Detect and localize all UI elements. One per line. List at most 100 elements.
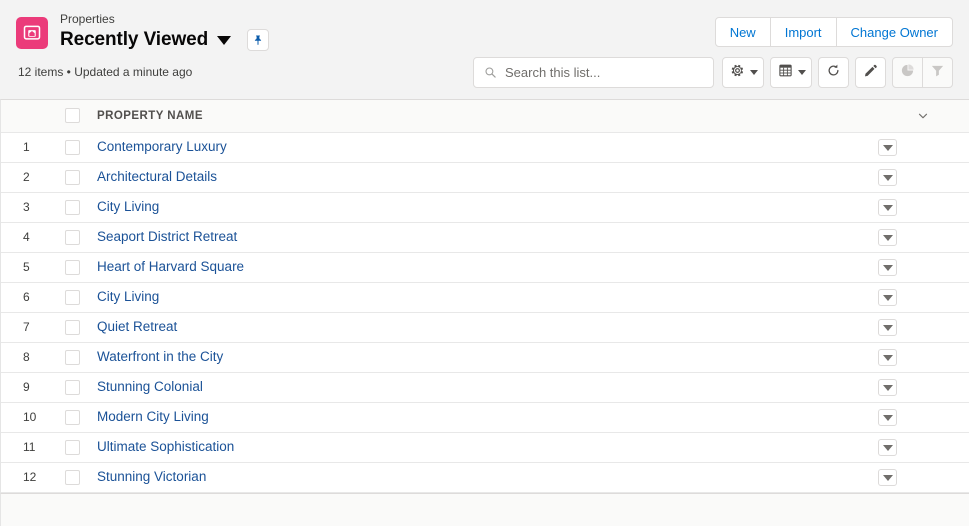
- row-actions-button[interactable]: [878, 469, 897, 487]
- property-name-header[interactable]: PROPERTY NAME: [91, 100, 877, 133]
- new-button[interactable]: New: [714, 17, 771, 47]
- row-checkbox[interactable]: [65, 319, 80, 335]
- property-name-cell: Seaport District Retreat: [91, 222, 877, 253]
- row-actions-button[interactable]: [878, 199, 897, 217]
- row-number-header: [1, 100, 57, 133]
- list-view-chevron-down-icon[interactable]: [217, 35, 232, 45]
- row-actions-cell: [877, 162, 969, 193]
- row-checkbox[interactable]: [65, 259, 80, 275]
- row-select-cell: [57, 312, 91, 343]
- property-name-link[interactable]: City Living: [97, 289, 159, 304]
- row-checkbox[interactable]: [65, 289, 80, 305]
- edit-button[interactable]: [855, 57, 886, 88]
- list-view-header: Properties Recently Viewed 12 items • Up…: [0, 0, 969, 99]
- filter-button[interactable]: [922, 57, 953, 88]
- display-as-button[interactable]: [770, 57, 812, 88]
- list-footer-area: [0, 493, 969, 526]
- chevron-down-icon: [882, 414, 893, 421]
- row-actions-button[interactable]: [878, 259, 897, 277]
- property-name-link[interactable]: Contemporary Luxury: [97, 139, 227, 154]
- property-name-link[interactable]: Waterfront in the City: [97, 349, 223, 364]
- row-checkbox[interactable]: [65, 469, 80, 485]
- property-name-link[interactable]: Modern City Living: [97, 409, 209, 424]
- search-box[interactable]: [473, 57, 714, 88]
- property-name-cell: Stunning Victorian: [91, 462, 877, 493]
- row-actions-button[interactable]: [878, 289, 897, 307]
- table-row: 10 Modern City Living: [1, 402, 969, 433]
- list-toolbar: [473, 57, 953, 88]
- import-button[interactable]: Import: [769, 17, 837, 47]
- property-name-link[interactable]: City Living: [97, 199, 159, 214]
- property-name-cell: Waterfront in the City: [91, 342, 877, 373]
- chevron-down-icon: [882, 234, 893, 241]
- row-actions-cell: [877, 342, 969, 373]
- refresh-button[interactable]: [818, 57, 849, 88]
- property-name-link[interactable]: Ultimate Sophistication: [97, 439, 234, 454]
- table-row: 1 Contemporary Luxury: [1, 132, 969, 163]
- search-input[interactable]: [505, 65, 703, 80]
- row-select-cell: [57, 402, 91, 433]
- search-icon: [484, 66, 497, 79]
- property-name-cell: Stunning Colonial: [91, 372, 877, 403]
- property-name-link[interactable]: Heart of Harvard Square: [97, 259, 244, 274]
- pin-button[interactable]: [247, 29, 270, 51]
- row-actions-button[interactable]: [878, 379, 897, 397]
- property-name-cell: Heart of Harvard Square: [91, 252, 877, 283]
- table-row: 8 Waterfront in the City: [1, 342, 969, 373]
- row-actions-button[interactable]: [878, 439, 897, 457]
- row-actions-button[interactable]: [878, 229, 897, 247]
- row-checkbox[interactable]: [65, 139, 80, 155]
- row-actions-cell: [877, 282, 969, 313]
- row-actions-cell: [877, 222, 969, 253]
- list-table-container: PROPERTY NAME 1 Contemporary Luxury 2 Archi…: [0, 99, 969, 494]
- row-actions-button[interactable]: [878, 139, 897, 157]
- list-view-controls-button[interactable]: [722, 57, 764, 88]
- table-header: PROPERTY NAME: [1, 100, 969, 133]
- row-checkbox[interactable]: [65, 349, 80, 365]
- table-row: 12 Stunning Victorian: [1, 462, 969, 493]
- chevron-down-icon[interactable]: [917, 110, 929, 122]
- property-name-cell: Ultimate Sophistication: [91, 432, 877, 463]
- table-body: 1 Contemporary Luxury 2 Architectural Detai…: [1, 132, 969, 493]
- table-row: 5 Heart of Harvard Square: [1, 252, 969, 283]
- pencil-icon: [863, 63, 878, 83]
- row-actions-button[interactable]: [878, 409, 897, 427]
- gear-icon: [730, 63, 745, 83]
- property-name-cell: City Living: [91, 282, 877, 313]
- chevron-down-icon: [882, 174, 893, 181]
- header-action-buttons: New Import Change Owner: [714, 17, 953, 47]
- property-icon: [16, 17, 48, 49]
- row-number: 1: [1, 132, 57, 163]
- property-name-cell: Quiet Retreat: [91, 312, 877, 343]
- table-row: 7 Quiet Retreat: [1, 312, 969, 343]
- row-actions-button[interactable]: [878, 319, 897, 337]
- row-number: 8: [1, 342, 57, 373]
- table-row: 4 Seaport District Retreat: [1, 222, 969, 253]
- row-checkbox[interactable]: [65, 229, 80, 245]
- chevron-down-icon: [882, 204, 893, 211]
- select-all-checkbox[interactable]: [65, 108, 80, 124]
- row-number: 4: [1, 222, 57, 253]
- row-actions-button[interactable]: [878, 349, 897, 367]
- chevron-down-icon: [882, 354, 893, 361]
- charts-button[interactable]: [892, 57, 923, 88]
- page-title: Recently Viewed: [60, 29, 209, 50]
- property-name-link[interactable]: Quiet Retreat: [97, 319, 177, 334]
- row-checkbox[interactable]: [65, 169, 80, 185]
- property-name-link[interactable]: Stunning Victorian: [97, 469, 206, 484]
- row-actions-cell: [877, 372, 969, 403]
- select-all-header: [57, 100, 91, 133]
- property-name-link[interactable]: Seaport District Retreat: [97, 229, 237, 244]
- property-name-link[interactable]: Architectural Details: [97, 169, 217, 184]
- table-icon: [778, 63, 793, 83]
- row-checkbox[interactable]: [65, 199, 80, 215]
- property-name-link[interactable]: Stunning Colonial: [97, 379, 203, 394]
- chevron-down-icon: [882, 444, 893, 451]
- change-owner-button[interactable]: Change Owner: [835, 17, 953, 47]
- row-checkbox[interactable]: [65, 379, 80, 395]
- row-select-cell: [57, 282, 91, 313]
- row-actions-button[interactable]: [878, 169, 897, 187]
- row-checkbox[interactable]: [65, 439, 80, 455]
- row-checkbox[interactable]: [65, 409, 80, 425]
- table-row: 6 City Living: [1, 282, 969, 313]
